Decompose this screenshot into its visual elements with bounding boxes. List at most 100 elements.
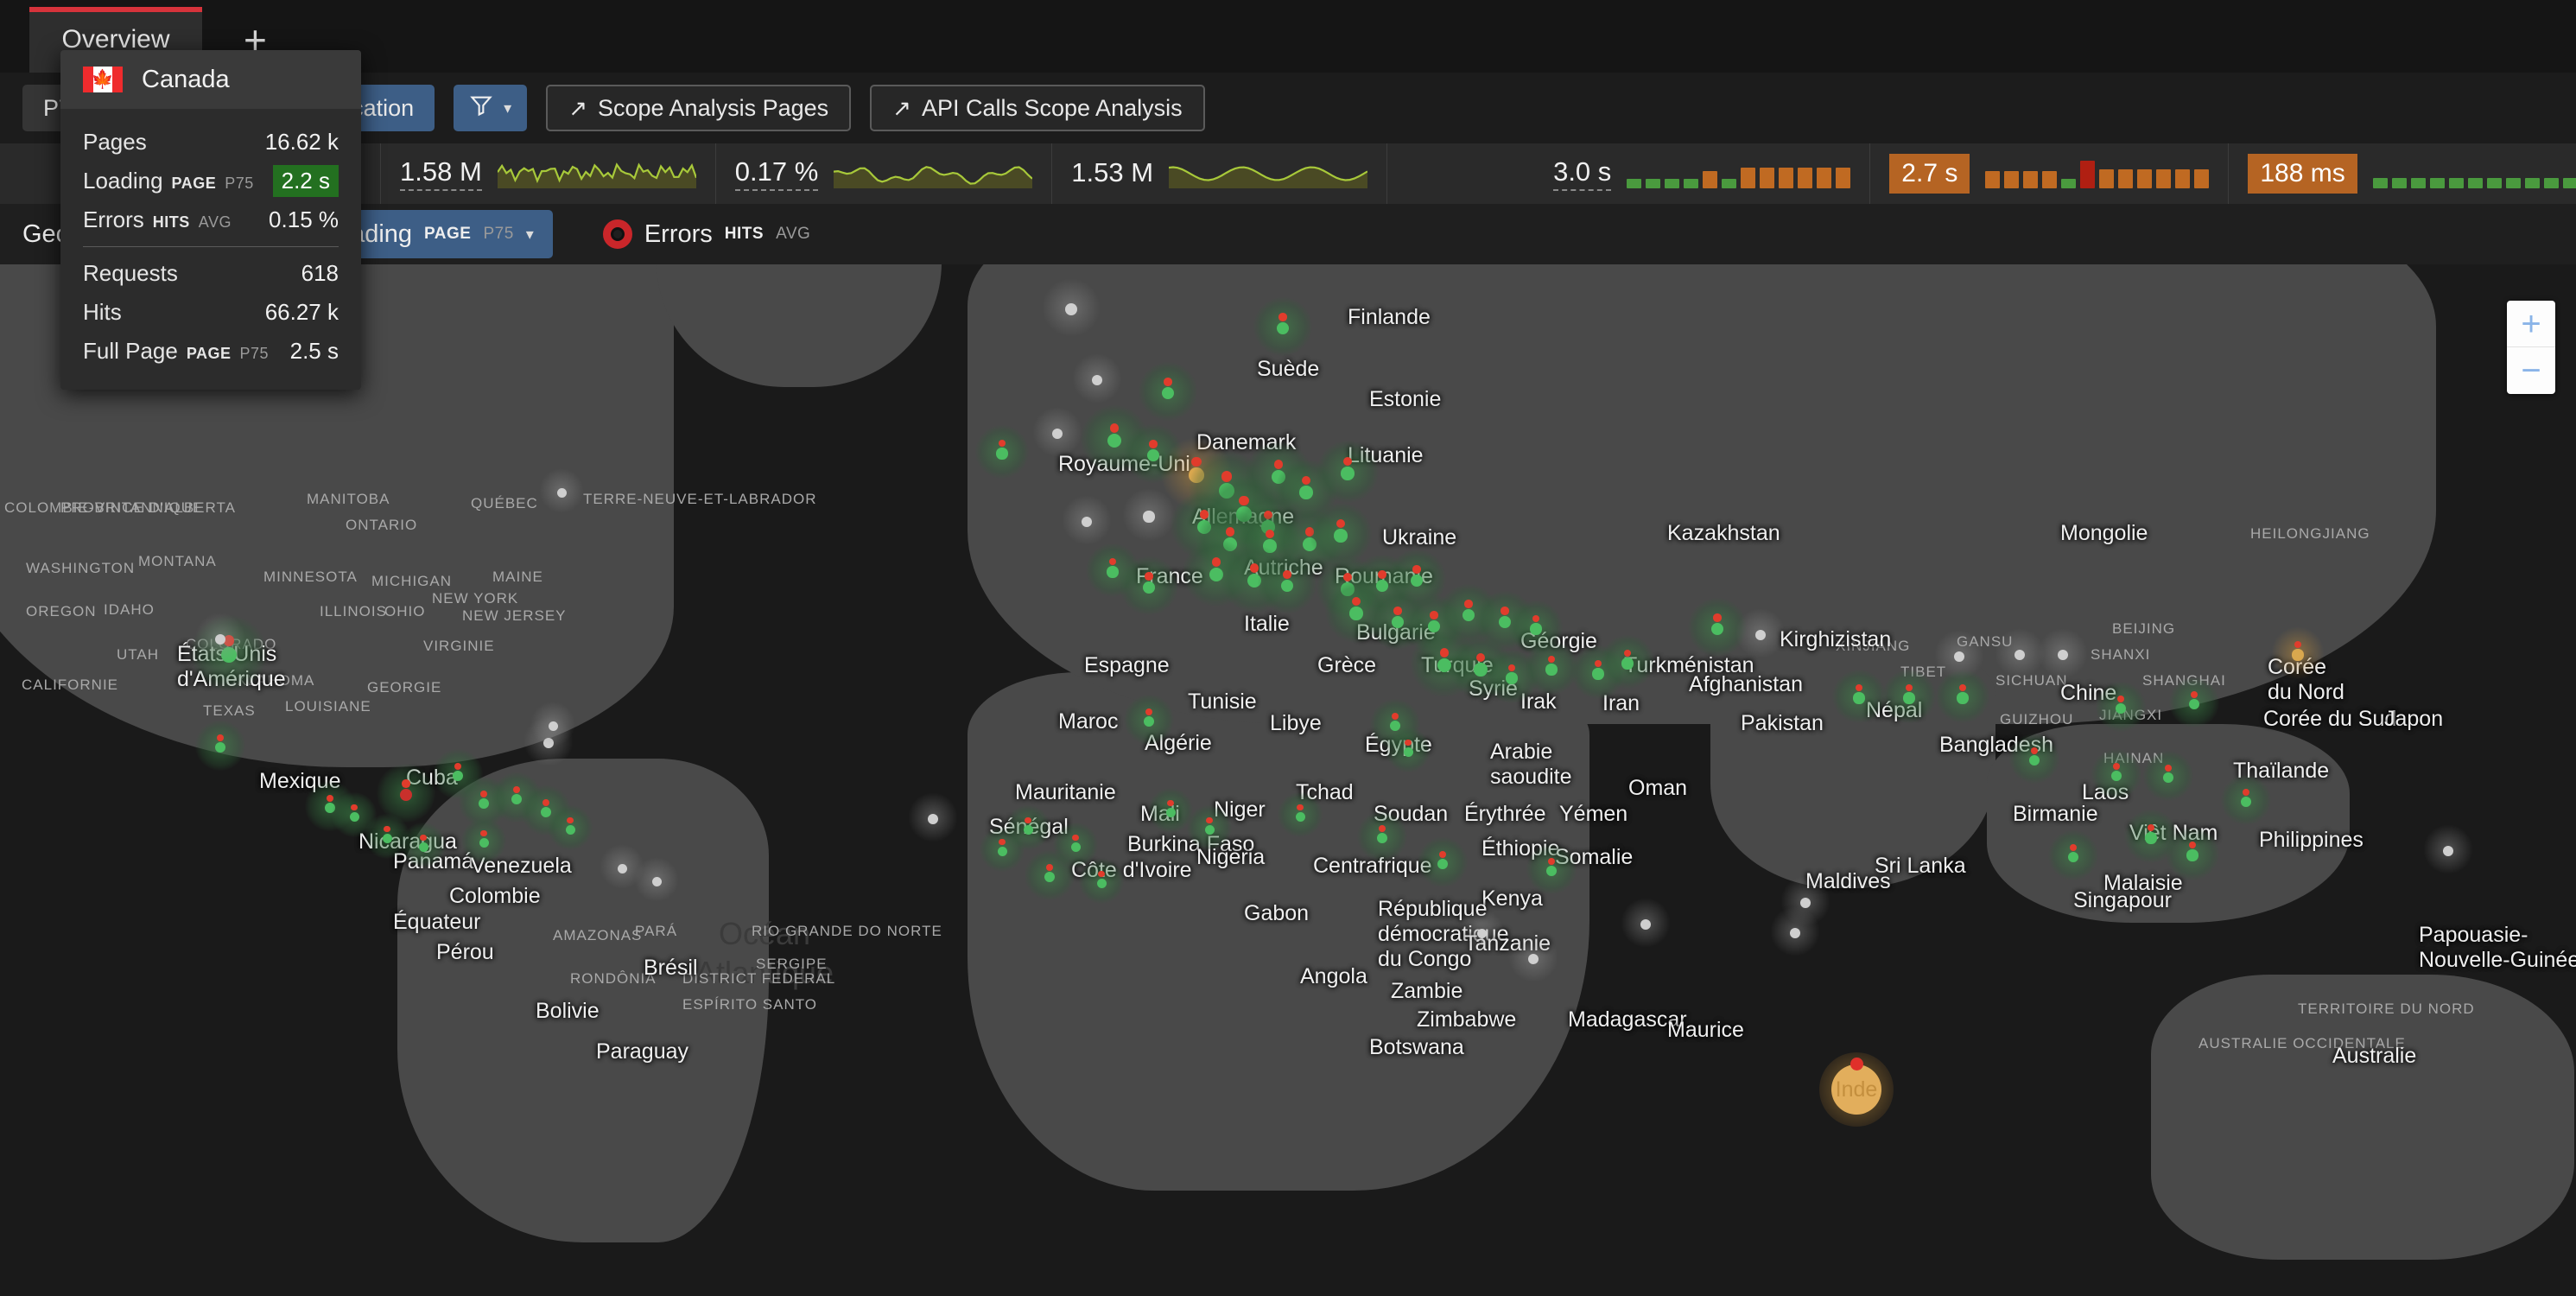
map-marker[interactable] — [1187, 805, 1232, 850]
map-marker[interactable] — [2169, 677, 2219, 727]
map-marker[interactable] — [2048, 830, 2098, 880]
map-marker[interactable] — [461, 818, 506, 863]
metric-value: 1.58 M — [400, 156, 482, 191]
subtab-errors[interactable]: Errors HITS AVG — [584, 210, 829, 258]
region-label: ESPÍRITO SANTO — [682, 996, 818, 1013]
map-marker[interactable] — [2009, 734, 2059, 784]
metric-cell[interactable]: 188 ms — [2229, 143, 2576, 204]
map-marker[interactable] — [1072, 353, 1122, 403]
region-label: TERRE-NEUVE-ET-LABRADOR — [583, 491, 817, 507]
marker-value-dot — [1476, 928, 1487, 938]
tooltip-metric-row: Loading PAGE P75 2.2 s — [83, 162, 339, 200]
scope-analysis-pages-link[interactable]: ↗ Scope Analysis Pages — [546, 85, 852, 131]
metric-cell[interactable]: 2.7 s — [1870, 143, 2230, 204]
map-marker[interactable] — [2270, 626, 2325, 681]
map-marker[interactable] — [1459, 909, 1504, 954]
zoom-out-button[interactable]: − — [2507, 347, 2555, 394]
filter-dropdown-button[interactable]: ▾ — [454, 85, 528, 131]
map-marker[interactable] — [1148, 788, 1193, 833]
marker-value-dot — [214, 633, 226, 645]
country-tooltip: 🍁 Canada Pages 16.62 k Loading PAGE P75 2.2 s… — [60, 50, 361, 390]
map-marker[interactable] — [980, 827, 1025, 872]
zoom-in-button[interactable]: + — [2507, 301, 2555, 347]
metric-cell[interactable]: 0.17 % — [716, 143, 1053, 204]
marker-error-dot — [1379, 825, 1386, 832]
map-marker[interactable] — [1995, 628, 2045, 678]
map-marker[interactable] — [530, 702, 575, 746]
map-marker[interactable] — [1253, 297, 1312, 356]
map-marker[interactable] — [1025, 850, 1075, 900]
map-marker[interactable] — [1121, 487, 1177, 543]
map-marker[interactable] — [1316, 440, 1380, 504]
marker-error-dot — [402, 779, 410, 788]
map-marker[interactable] — [1124, 695, 1174, 745]
map-marker[interactable] — [1831, 669, 1887, 724]
map-marker[interactable] — [974, 424, 1030, 480]
country-label: Arabie saoudite — [1490, 740, 1572, 789]
marker-value-dot — [1295, 811, 1305, 822]
tab-strip: Overview + — [0, 0, 2576, 73]
map-marker[interactable] — [1079, 859, 1124, 904]
map-marker[interactable] — [1278, 792, 1323, 837]
country-label: Kazakhstan — [1667, 521, 1780, 545]
geo-map[interactable]: Océan Atlantique COLOMBIE-BRITANNIQUE PROV… — [0, 240, 2576, 1296]
metric-cell[interactable]: 1.53 M — [1052, 143, 1388, 204]
region-label: UTAH — [117, 646, 160, 663]
map-marker[interactable] — [2165, 826, 2220, 881]
marker-value-dot — [2162, 772, 2174, 784]
map-marker[interactable] — [1258, 555, 1317, 613]
metric-value: 1.53 M — [1071, 157, 1154, 187]
marker-value-dot — [1299, 486, 1313, 499]
map-marker[interactable] — [539, 468, 584, 513]
map-marker[interactable] — [1526, 844, 1577, 894]
donut-chart-icon — [602, 219, 632, 249]
map-marker[interactable] — [1085, 543, 1140, 598]
metric-cell[interactable]: 3.0 s — [1534, 143, 1871, 204]
map-marker[interactable] — [1770, 906, 1820, 956]
map-marker[interactable] — [2221, 775, 2271, 825]
map-marker[interactable] — [2423, 824, 2473, 874]
map-marker[interactable] — [1418, 837, 1468, 887]
map-marker[interactable] — [2143, 751, 2193, 801]
marker-value-dot — [2145, 832, 2157, 844]
api-calls-scope-analysis-link[interactable]: ↗ API Calls Scope Analysis — [870, 85, 1205, 131]
map-marker[interactable] — [1621, 898, 1671, 948]
map-marker[interactable] — [1386, 727, 1431, 772]
marker-value-dot — [1403, 746, 1413, 757]
tooltip-country-name: Canada — [142, 65, 230, 93]
map-marker[interactable] — [195, 721, 245, 771]
map-marker[interactable] — [1042, 278, 1101, 337]
map-marker[interactable] — [401, 823, 446, 867]
map-marker[interactable] — [2096, 682, 2146, 732]
map-marker[interactable] — [634, 857, 679, 902]
country-label: Kirghizistan — [1780, 627, 1892, 651]
metric-cell[interactable]: 1.58 M — [380, 143, 716, 204]
map-marker[interactable] — [1032, 407, 1082, 457]
marker-error-dot — [1109, 422, 1120, 433]
tooltip-metric-row: Pages 16.62 k — [83, 123, 339, 162]
marker-error-dot — [1046, 864, 1053, 871]
map-marker[interactable] — [2091, 749, 2141, 799]
marker-value-dot — [478, 797, 490, 810]
metric-sparkline — [496, 159, 697, 188]
country-label: Estonie — [1369, 387, 1442, 411]
map-marker[interactable] — [548, 805, 593, 850]
map-marker[interactable] — [908, 792, 958, 842]
map-marker[interactable] — [1600, 634, 1655, 689]
map-marker[interactable] — [1062, 495, 1112, 545]
marker-value-dot — [418, 842, 428, 852]
map-marker[interactable] — [1508, 932, 1558, 982]
map-marker[interactable] — [2038, 628, 2088, 678]
tooltip-sup-agg: P75 — [239, 345, 270, 362]
tooltip-sup-agg: P75 — [225, 175, 254, 192]
map-marker[interactable] — [195, 613, 245, 663]
map-marker[interactable] — [1357, 811, 1407, 861]
map-zoom-controls[interactable]: + − — [2507, 301, 2555, 394]
marker-value-dot — [617, 863, 627, 874]
marker-error-dot — [1392, 713, 1399, 720]
map-marker[interactable] — [1934, 630, 1984, 680]
country-label: Colombie — [449, 884, 541, 908]
map-marker[interactable] — [1735, 608, 1786, 658]
tooltip-metric-row: Hits 66.27 k — [83, 293, 339, 332]
map-marker[interactable] — [1881, 669, 1937, 724]
